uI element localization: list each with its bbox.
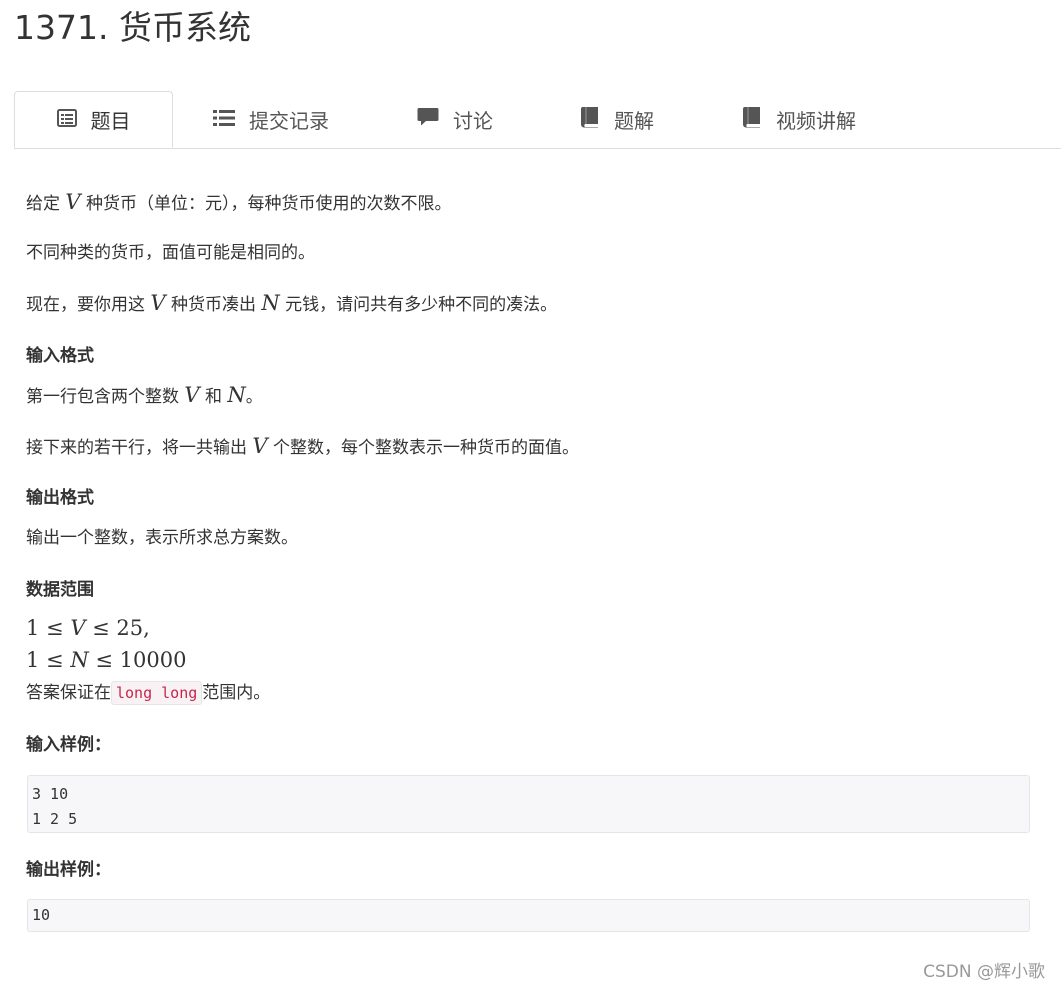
code-line: 10 xyxy=(32,906,51,924)
paragraph-input-line1: 第一行包含两个整数 V 和 N。 xyxy=(26,382,263,410)
tab-label: 题解 xyxy=(614,109,654,133)
inline-code: long long xyxy=(111,681,203,705)
paragraph-input-line2: 接下来的若干行，将一共输出 V 个整数，每个整数表示一种货币的面值。 xyxy=(26,433,579,461)
comment-icon xyxy=(417,107,439,132)
text: 答案保证在 xyxy=(26,683,111,703)
math-var: N xyxy=(227,383,246,407)
output-format-heading: 输出格式 xyxy=(26,488,94,508)
text: 接下来的若干行，将一共输出 xyxy=(26,438,253,458)
tab-label: 题目 xyxy=(90,109,131,133)
math-var: V xyxy=(150,291,166,315)
paragraph-denominations: 不同种类的货币，面值可能是相同的。 xyxy=(26,243,315,263)
paragraph-question: 现在，要你用这 V 种货币凑出 N 元钱，请问共有多少种不同的凑法。 xyxy=(26,290,557,318)
book-icon xyxy=(580,106,600,133)
range-line-n: 1 ≤ N ≤ 10000 xyxy=(26,647,186,675)
watermark: CSDN @辉小歌 xyxy=(923,962,1045,982)
tab-solutions[interactable]: 题解 xyxy=(580,91,654,148)
math-var: N xyxy=(261,291,280,315)
text: 种货币（单位：元），每种货币使用的次数不限。 xyxy=(80,194,452,214)
sample-output-heading: 输出样例： xyxy=(26,860,111,880)
range-line-v: 1 ≤ V ≤ 25, xyxy=(26,615,150,643)
paragraph-answer-range: 答案保证在 long long 范围内。 xyxy=(26,680,270,706)
list-icon xyxy=(213,108,235,132)
text: 元钱，请问共有多少种不同的凑法。 xyxy=(279,295,558,315)
text: 给定 xyxy=(26,194,66,214)
code-line: 1 2 5 xyxy=(32,810,78,828)
input-format-heading: 输入格式 xyxy=(26,346,94,366)
text: 现在，要你用这 xyxy=(26,295,151,315)
page-title: 1371. 货币系统 xyxy=(14,8,251,47)
math-var: V xyxy=(65,190,81,214)
math-var: V xyxy=(184,383,200,407)
text: 和 xyxy=(199,387,228,407)
sample-input-block[interactable]: 3 10 1 2 5 xyxy=(27,775,1030,833)
tab-submissions[interactable]: 提交记录 xyxy=(213,91,329,148)
paragraph-intro: 给定 V 种货币（单位：元），每种货币使用的次数不限。 xyxy=(26,189,451,217)
math-text: 1 ≤ xyxy=(26,648,71,672)
code-line: 3 10 xyxy=(32,785,69,803)
book-icon xyxy=(742,106,762,133)
tab-label: 视频讲解 xyxy=(776,109,856,133)
tab-video[interactable]: 视频讲解 xyxy=(742,91,856,148)
paragraph-output: 输出一个整数，表示所求总方案数。 xyxy=(26,528,298,548)
tab-label: 提交记录 xyxy=(249,109,329,133)
math-text: , xyxy=(143,616,150,640)
data-range-heading: 数据范围 xyxy=(26,580,94,600)
tab-problem[interactable]: 题目 xyxy=(14,91,173,148)
math-text: ≤ 25 xyxy=(85,616,144,640)
math-var: V xyxy=(70,616,86,640)
text: 第一行包含两个整数 xyxy=(26,387,185,407)
tab-discussion[interactable]: 讨论 xyxy=(417,91,493,148)
tab-label: 讨论 xyxy=(453,109,493,133)
math-var: V xyxy=(252,434,268,458)
tab-bar: 题目 提交记录 讨论 题解 视频讲解 xyxy=(14,91,1061,149)
text: 种货币凑出 xyxy=(165,295,262,315)
math-text: 1 ≤ xyxy=(26,616,71,640)
sample-input-heading: 输入样例： xyxy=(26,735,111,755)
sample-output-block[interactable]: 10 xyxy=(27,899,1030,932)
math-text: ≤ 10000 xyxy=(88,648,187,672)
text: 个整数，每个整数表示一种货币的面值。 xyxy=(267,438,579,458)
list-alt-icon xyxy=(56,108,77,132)
text: 范围内。 xyxy=(202,683,271,703)
text: 。 xyxy=(245,387,263,407)
math-var: N xyxy=(70,648,89,672)
